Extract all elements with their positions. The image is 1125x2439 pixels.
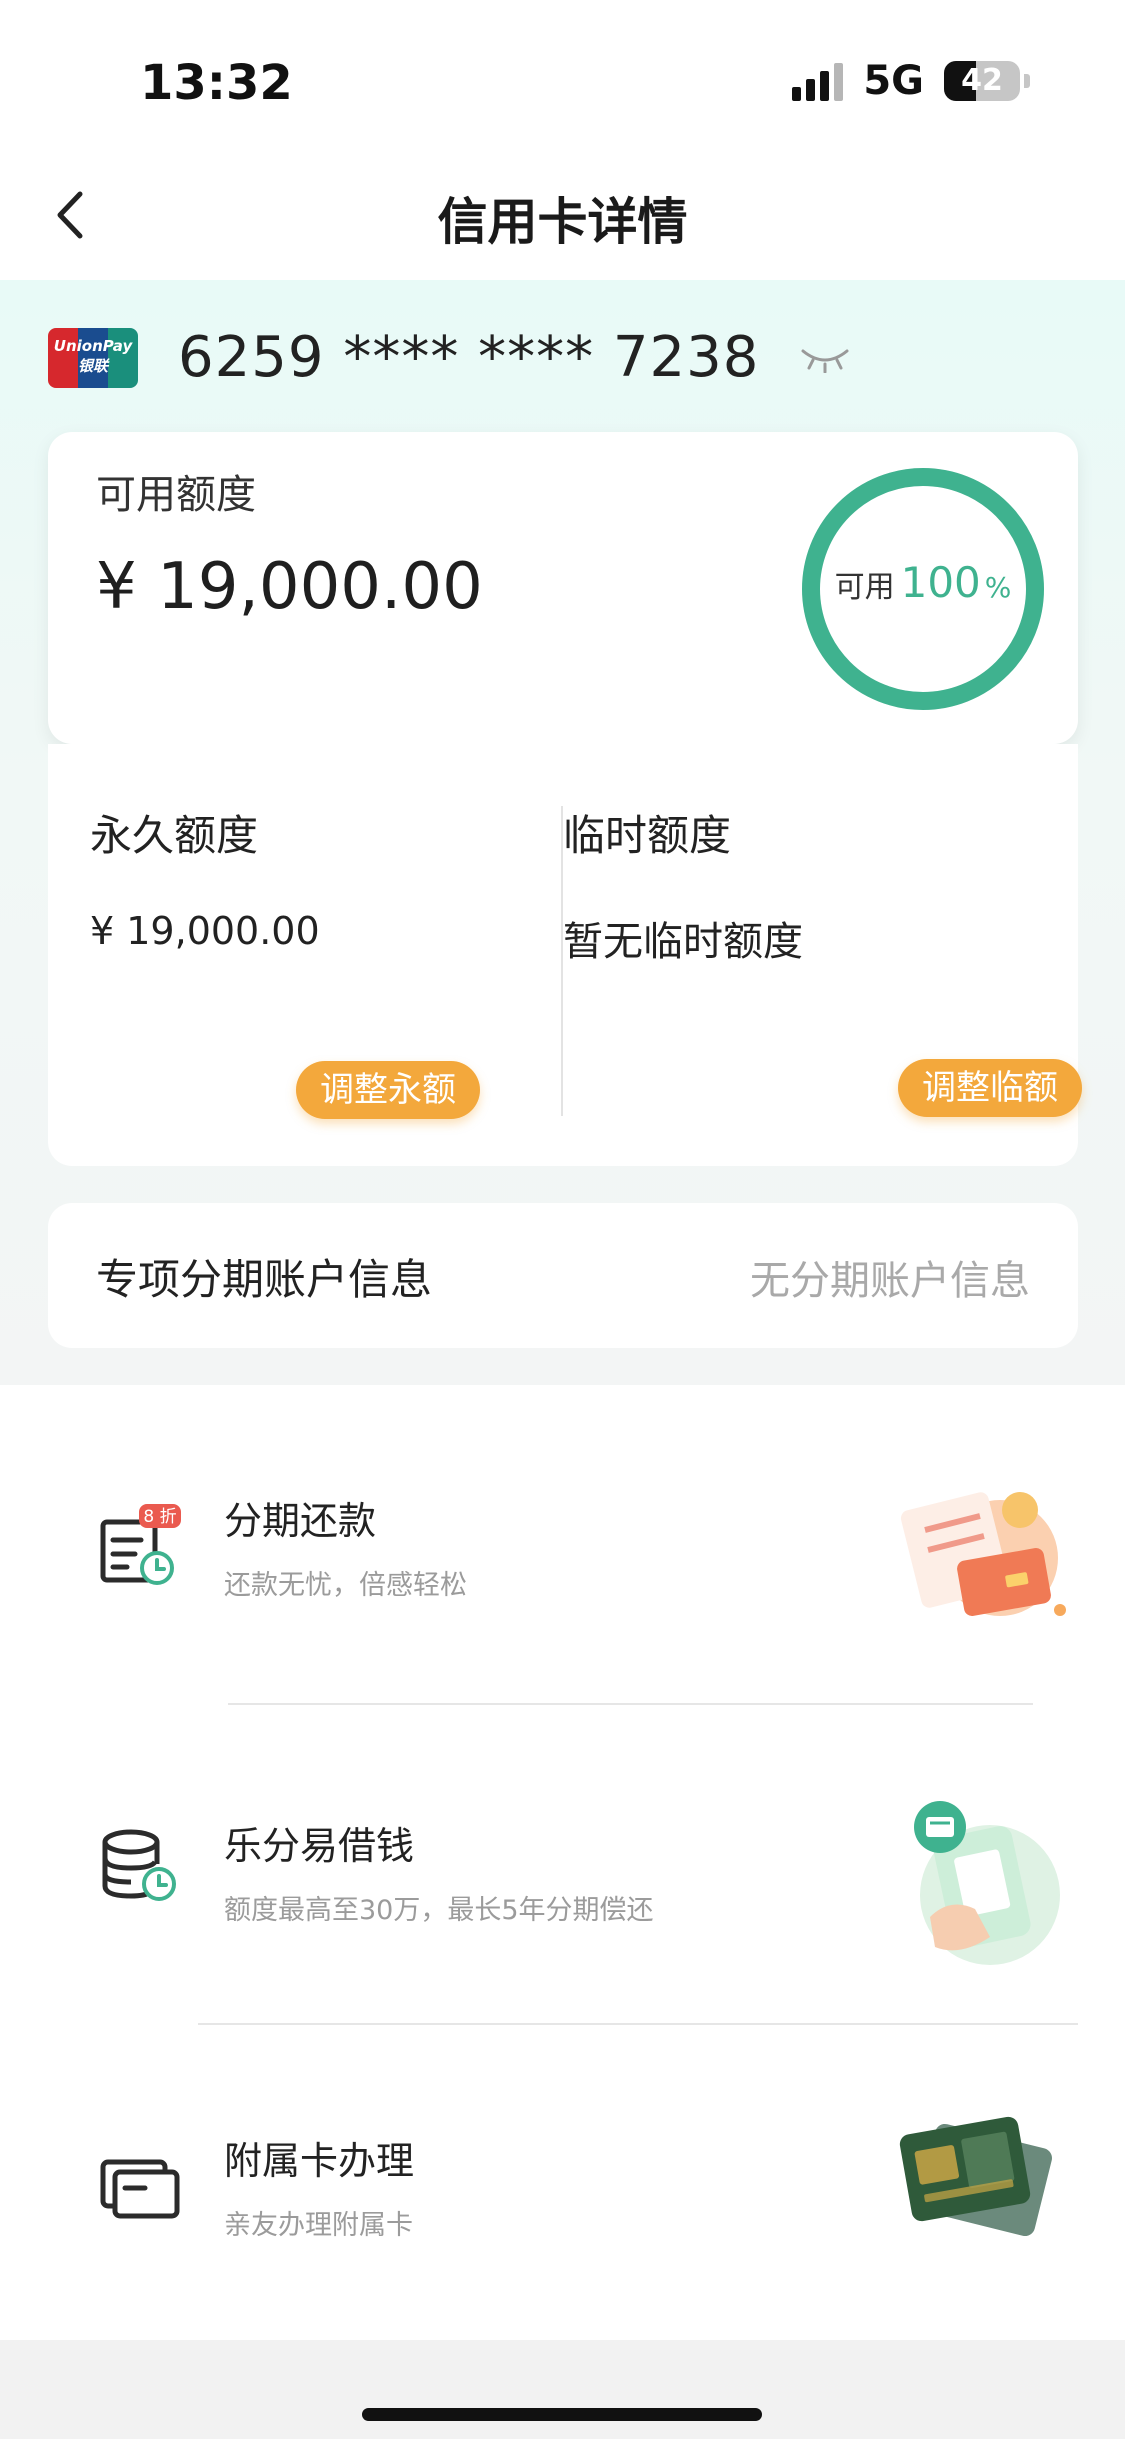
permanent-limit-section: 永久额度 ¥ 19,000.00 调整永额 xyxy=(48,744,563,1166)
ring-unit: % xyxy=(984,571,1012,604)
status-time: 13:32 xyxy=(140,55,293,111)
adjust-permanent-button[interactable]: 调整永额 xyxy=(296,1061,480,1119)
card-header: UnionPay 银联 6259 **** **** 7238 xyxy=(48,325,851,390)
status-icons: 5G 42 xyxy=(792,58,1030,104)
temporary-limit-section: 临时额度 暂无临时额度 调整临额 xyxy=(563,744,1082,1166)
service-item-installment-repayment[interactable]: 8 折 分期还款 还款无忧，倍感轻松 xyxy=(0,1385,1125,1705)
limits-card: 永久额度 ¥ 19,000.00 调整永额 临时额度 暂无临时额度 调整临额 xyxy=(48,744,1082,1166)
home-indicator-area xyxy=(0,2340,1125,2439)
supplementary-card-illustration xyxy=(899,2116,1052,2237)
home-indicator[interactable] xyxy=(362,2408,762,2421)
battery-icon: 42 xyxy=(944,61,1020,101)
page-title: 信用卡详情 xyxy=(437,193,688,251)
installment-illustration xyxy=(900,1492,1066,1616)
service-subtitle: 亲友办理附属卡 xyxy=(224,2210,413,2241)
permanent-limit-title: 永久额度 xyxy=(90,811,259,860)
services-list: 8 折 分期还款 还款无忧，倍感轻松 乐分易借钱 额度最高至30万，最长5年分期… xyxy=(0,1385,1125,2345)
ring-label: 可用 100% xyxy=(796,558,1050,607)
service-subtitle: 还款无忧，倍感轻松 xyxy=(224,1570,467,1601)
discount-badge: 8 折 xyxy=(143,1507,176,1527)
service-item-supplementary-card[interactable]: 附属卡办理 亲友办理附属卡 xyxy=(0,2025,1125,2345)
temporary-limit-value: 暂无临时额度 xyxy=(563,919,803,965)
adjust-temporary-button[interactable]: 调整临额 xyxy=(898,1059,1082,1117)
coin-stack-clock-icon xyxy=(102,1829,176,1901)
available-credit-value: ¥ 19,000.00 xyxy=(96,550,483,624)
service-title: 乐分易借钱 xyxy=(224,1824,415,1868)
installment-account-value: 无分期账户信息 xyxy=(750,1258,1030,1304)
permanent-limit-value: ¥ 19,000.00 xyxy=(90,909,320,953)
available-credit-card: 可用额度 ¥ 19,000.00 可用 100% xyxy=(48,432,1078,744)
card-number: 6259 **** **** 7238 xyxy=(178,325,760,390)
usage-ring: 可用 100% xyxy=(796,462,1050,716)
nav-bar: 信用卡详情 xyxy=(0,150,1125,280)
battery-cap xyxy=(1024,74,1030,88)
signal-icon xyxy=(792,61,844,101)
unionpay-logo: UnionPay 银联 xyxy=(48,327,138,388)
available-credit-label: 可用额度 xyxy=(96,472,256,518)
service-subtitle: 额度最高至30万，最长5年分期偿还 xyxy=(224,1895,654,1926)
eye-closed-icon[interactable] xyxy=(799,343,851,373)
installment-account-row[interactable]: 专项分期账户信息 无分期账户信息 xyxy=(48,1203,1078,1348)
loan-phone-illustration xyxy=(914,1801,1060,1965)
service-title: 附属卡办理 xyxy=(224,2139,415,2183)
service-item-loan[interactable]: 乐分易借钱 额度最高至30万，最长5年分期偿还 xyxy=(0,1705,1125,2025)
card-stack-icon xyxy=(100,2159,180,2219)
ring-prefix: 可用 xyxy=(834,570,895,605)
network-label: 5G xyxy=(863,58,924,104)
service-title: 分期还款 xyxy=(224,1499,377,1543)
temporary-limit-title: 临时额度 xyxy=(563,811,732,860)
installment-account-label: 专项分期账户信息 xyxy=(96,1255,433,1304)
page: 13:32 5G 42 信用卡详情 UnionPay 银联 6259 **** … xyxy=(0,0,1125,2439)
status-bar: 13:32 5G 42 xyxy=(0,0,1125,150)
battery-level: 42 xyxy=(961,63,1003,98)
installment-bill-icon: 8 折 xyxy=(100,1504,181,1585)
ring-percent: 100 xyxy=(900,558,981,607)
